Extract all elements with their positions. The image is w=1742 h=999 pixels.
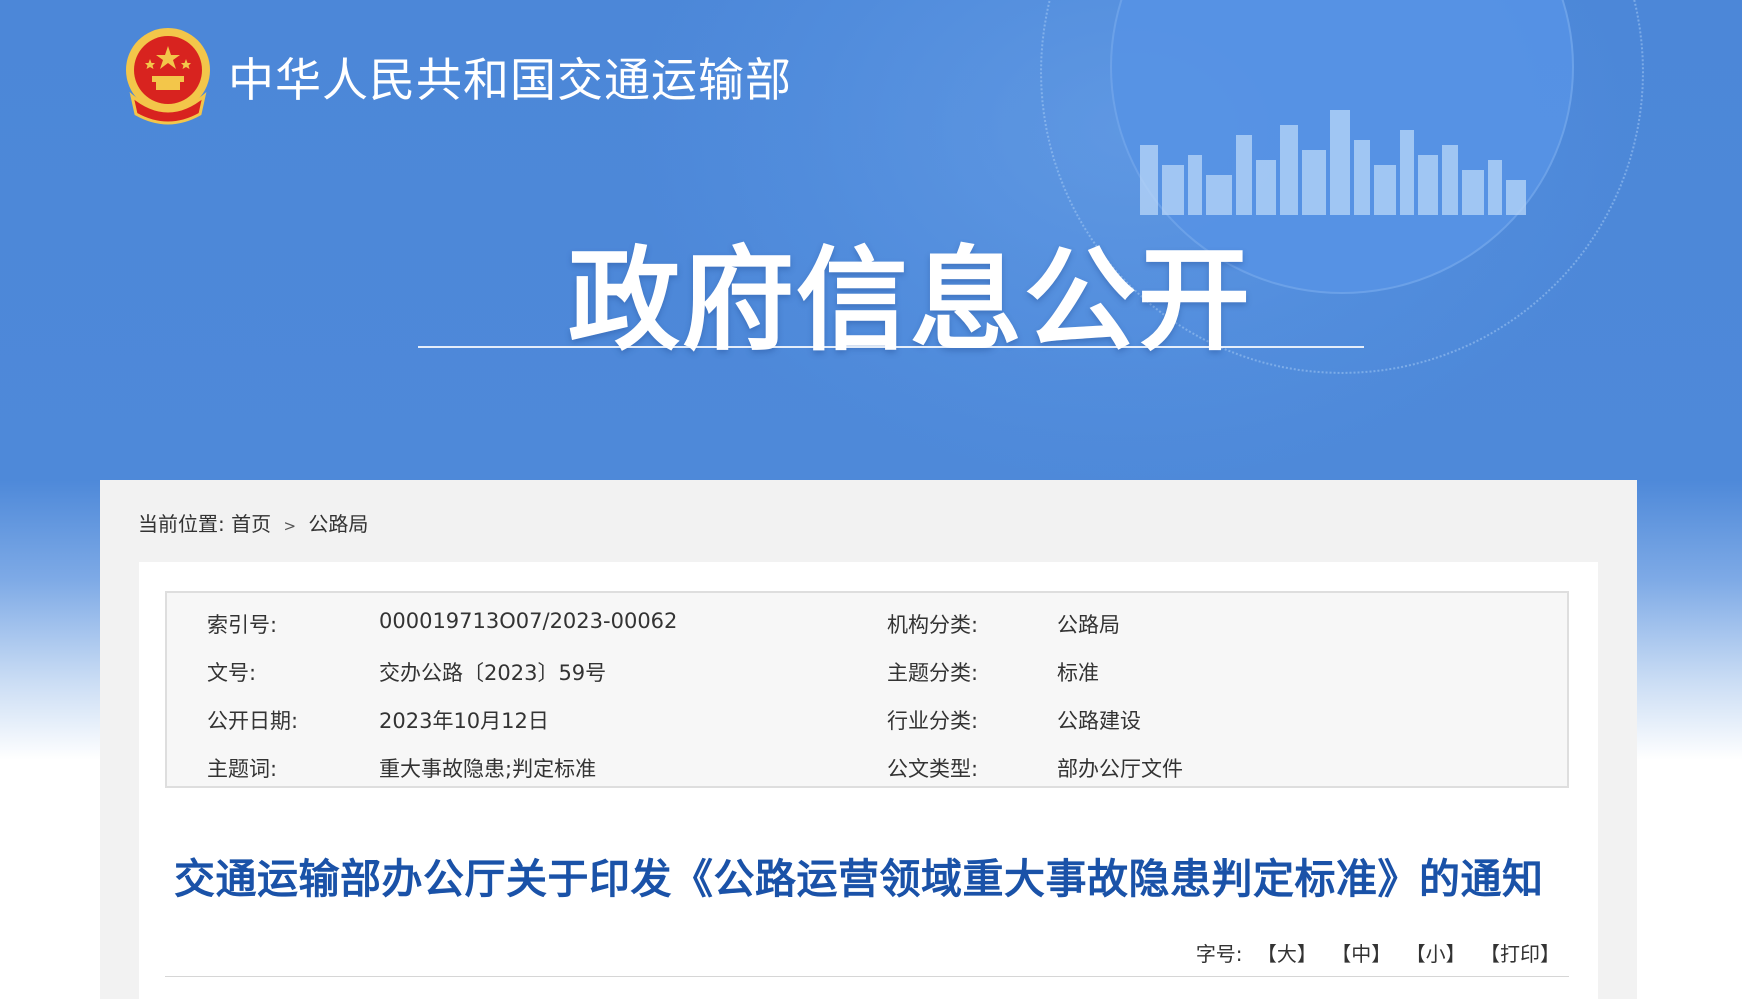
metadata-value: 重大事故隐患;判定标准: [379, 757, 597, 781]
document-title: 交通运输部办公厅关于印发《公路运营领域重大事故隐患判定标准》的通知: [174, 855, 1544, 903]
metadata-key: 索引号:: [207, 613, 278, 637]
main-panel: 当前位置: 首页 > 公路局 索引号: 000019713O07/2023-00…: [100, 480, 1637, 999]
breadcrumb: 当前位置: 首页 > 公路局: [138, 508, 368, 537]
metadata-key: 行业分类:: [887, 709, 979, 733]
document-metadata-table: 索引号: 000019713O07/2023-00062 机构分类: 公路局 文…: [165, 591, 1569, 788]
city-skyline-illustration: [1140, 110, 1526, 215]
metadata-key: 公开日期:: [207, 709, 299, 733]
metadata-row: 公开日期: 2023年10月12日 行业分类: 公路建设: [167, 695, 1567, 743]
metadata-value: 公路局: [1057, 613, 1120, 637]
metadata-key: 主题分类:: [887, 661, 979, 685]
metadata-row: 主题词: 重大事故隐患;判定标准 公文类型: 部办公厅文件: [167, 743, 1567, 791]
metadata-value: 交办公路〔2023〕59号: [379, 661, 607, 685]
font-size-controls: 字号: 【大】 【中】 【小】 【打印】: [1196, 938, 1560, 967]
font-size-medium-button[interactable]: 【中】: [1331, 942, 1391, 966]
metadata-value: 2023年10月12日: [379, 709, 549, 733]
metadata-value: 标准: [1057, 661, 1099, 685]
print-button[interactable]: 【打印】: [1480, 942, 1560, 966]
breadcrumb-highway-bureau-link[interactable]: 公路局: [308, 512, 368, 536]
font-size-large-button[interactable]: 【大】: [1257, 942, 1317, 966]
content-divider: [165, 976, 1569, 977]
metadata-key: 主题词:: [207, 757, 278, 781]
national-emblem-logo: [126, 28, 210, 125]
breadcrumb-separator: >: [283, 517, 297, 535]
metadata-row: 文号: 交办公路〔2023〕59号 主题分类: 标准: [167, 647, 1567, 695]
metadata-key: 文号:: [207, 661, 257, 685]
font-size-small-button[interactable]: 【小】: [1406, 942, 1466, 966]
font-size-label: 字号:: [1195, 942, 1243, 966]
breadcrumb-home-link[interactable]: 首页: [231, 512, 271, 536]
metadata-value: 部办公厅文件: [1057, 757, 1183, 781]
breadcrumb-label: 当前位置:: [138, 512, 225, 536]
metadata-key: 机构分类:: [887, 613, 979, 637]
ministry-name: 中华人民共和国交通运输部: [228, 53, 792, 107]
title-divider: [418, 346, 1364, 348]
metadata-row: 索引号: 000019713O07/2023-00062 机构分类: 公路局: [167, 599, 1567, 647]
metadata-value: 公路建设: [1057, 709, 1141, 733]
article-content: 索引号: 000019713O07/2023-00062 机构分类: 公路局 文…: [139, 562, 1598, 999]
metadata-key: 公文类型:: [887, 757, 979, 781]
metadata-value: 000019713O07/2023-00062: [379, 609, 678, 633]
